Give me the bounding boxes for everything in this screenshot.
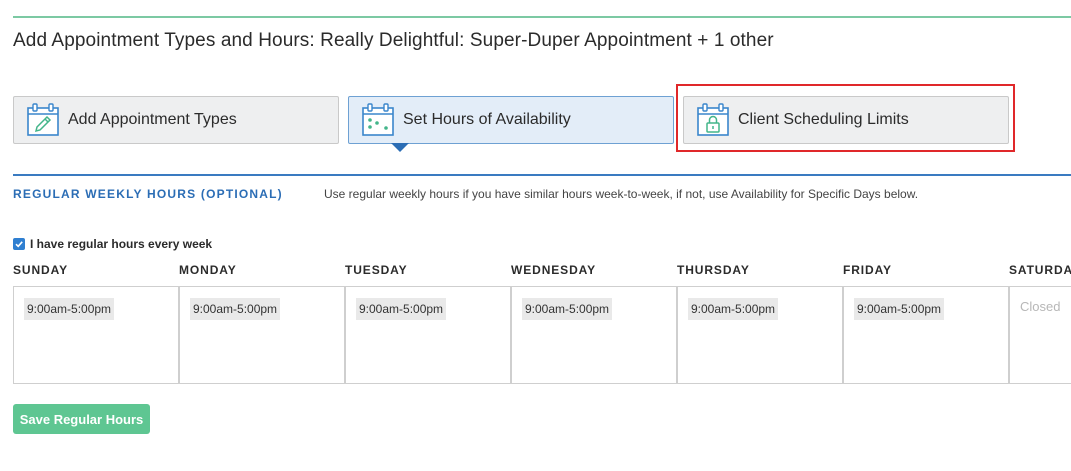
day-cell-tuesday[interactable]: 9:00am-5:00pm xyxy=(345,286,511,384)
day-header-wednesday: WEDNESDAY xyxy=(511,263,597,277)
step-tab-add-appointment-types[interactable]: Add Appointment Types xyxy=(13,96,339,144)
day-header-friday: FRIDAY xyxy=(843,263,892,277)
regular-hours-label: I have regular hours every week xyxy=(30,237,213,251)
step-label: Add Appointment Types xyxy=(68,111,237,128)
hours-chip[interactable]: 9:00am-5:00pm xyxy=(854,298,945,320)
section-help-text: Use regular weekly hours if you have sim… xyxy=(324,187,919,201)
checkbox-checked[interactable] xyxy=(13,238,25,250)
closed-text: Closed xyxy=(1020,299,1061,314)
day-header-tuesday: TUESDAY xyxy=(345,263,408,277)
section-heading: REGULAR WEEKLY HOURS (OPTIONAL) xyxy=(13,187,283,201)
day-cell-monday[interactable]: 9:00am-5:00pm xyxy=(179,286,345,384)
calendar-dots-icon xyxy=(362,103,394,136)
step-tab-set-hours-of-availability[interactable]: Set Hours of Availability xyxy=(348,96,674,144)
day-header-saturday: SATURDAY xyxy=(1009,263,1071,277)
day-cell-wednesday[interactable]: 9:00am-5:00pm xyxy=(511,286,677,384)
save-regular-hours-button[interactable]: Save Regular Hours xyxy=(13,404,150,434)
active-step-indicator xyxy=(391,143,409,152)
day-cell-saturday[interactable]: Closed xyxy=(1009,286,1071,384)
regular-hours-checkbox[interactable]: I have regular hours every week xyxy=(13,237,212,251)
day-cell-thursday[interactable]: 9:00am-5:00pm xyxy=(677,286,843,384)
calendar-lock-icon xyxy=(697,103,729,136)
step-label: Client Scheduling Limits xyxy=(738,111,909,128)
day-cell-sunday[interactable]: 9:00am-5:00pm xyxy=(13,286,179,384)
calendar-pencil-icon xyxy=(27,103,59,136)
hours-chip[interactable]: 9:00am-5:00pm xyxy=(24,298,115,320)
top-divider xyxy=(13,16,1071,18)
hours-chip[interactable]: 9:00am-5:00pm xyxy=(190,298,281,320)
day-header-thursday: THURSDAY xyxy=(677,263,750,277)
day-cell-friday[interactable]: 9:00am-5:00pm xyxy=(843,286,1009,384)
check-icon xyxy=(15,241,23,248)
day-header-sunday: SUNDAY xyxy=(13,263,68,277)
section-divider xyxy=(13,174,1071,176)
step-label: Set Hours of Availability xyxy=(403,111,571,128)
hours-chip[interactable]: 9:00am-5:00pm xyxy=(356,298,447,320)
day-header-monday: MONDAY xyxy=(179,263,237,277)
step-tab-client-scheduling-limits[interactable]: Client Scheduling Limits xyxy=(683,96,1009,144)
hours-chip[interactable]: 9:00am-5:00pm xyxy=(522,298,613,320)
hours-chip[interactable]: 9:00am-5:00pm xyxy=(688,298,779,320)
page-title: Add Appointment Types and Hours: Really … xyxy=(13,30,774,51)
